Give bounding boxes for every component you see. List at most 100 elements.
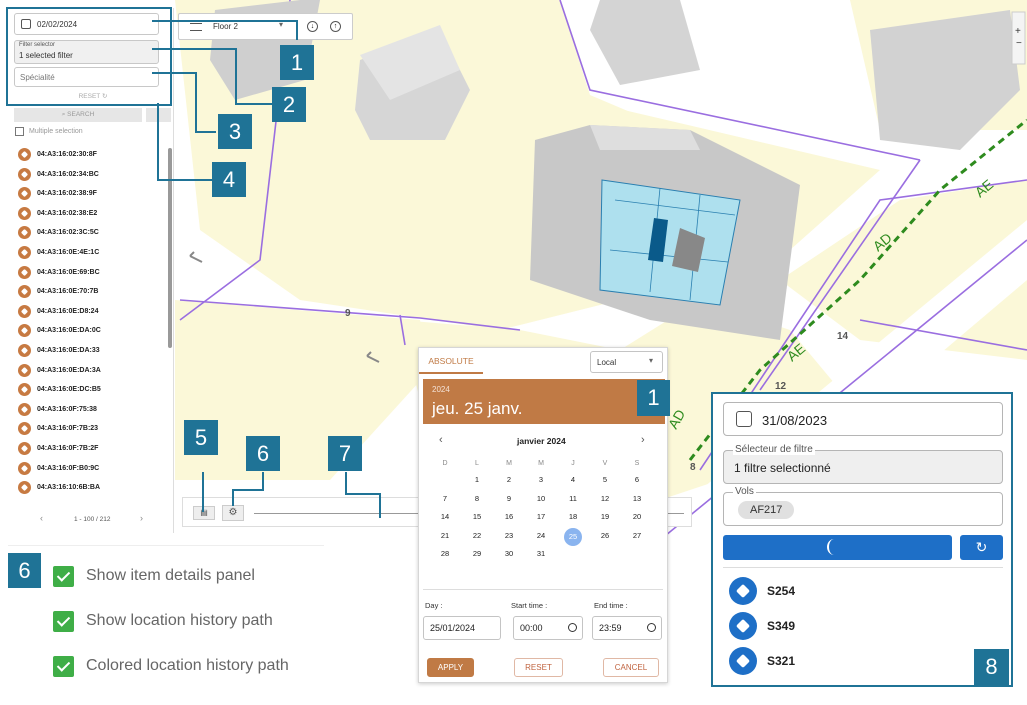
option-label: Show item details panel <box>86 567 255 584</box>
calendar-day[interactable]: 13 <box>627 491 647 507</box>
weekday-label: D <box>442 460 448 467</box>
calendar-day[interactable]: 18 <box>563 509 583 525</box>
chevron-down-icon: ▾ <box>649 356 654 365</box>
tag-icon <box>729 647 757 675</box>
end-time-value: 23:59 <box>599 623 622 633</box>
calendar-day[interactable]: 16 <box>499 509 519 525</box>
day-value: 25/01/2024 <box>430 623 476 633</box>
weekday-label: V <box>602 460 608 467</box>
start-time-label: Start time : <box>511 601 548 610</box>
calendar-day[interactable]: 24 <box>531 528 551 544</box>
calendar-day[interactable]: 15 <box>467 509 487 525</box>
refresh-button[interactable]: ↻ <box>960 535 1003 560</box>
callout-badge: 1 <box>637 380 670 416</box>
option-label: Colored location history path <box>86 657 289 674</box>
calendar-day[interactable]: 11 <box>563 491 583 507</box>
date-picker-panel: ABSOLUTE Local ▾ 2024 jeu. 25 janv. ‹ ja… <box>418 347 668 683</box>
calendar-day[interactable]: 21 <box>435 528 455 544</box>
date-header: 2024 jeu. 25 janv. <box>423 379 665 424</box>
calendar-day[interactable]: 4 <box>563 472 583 488</box>
checkbox-checked-icon[interactable] <box>53 610 74 632</box>
date-value: 31/08/2023 <box>762 413 828 428</box>
callout-badge: 6 <box>246 436 280 471</box>
apply-button[interactable]: APPLY <box>427 658 474 677</box>
option-row[interactable]: Colored location history path <box>53 655 289 677</box>
divider <box>723 567 1003 568</box>
flight-item-label: S254 <box>767 584 796 598</box>
header-date: jeu. 25 janv. <box>432 399 523 418</box>
calendar-day[interactable]: 31 <box>531 546 551 562</box>
calendar-day[interactable]: 3 <box>531 472 551 488</box>
cancel-button[interactable]: CANCEL <box>603 658 659 677</box>
chevron-left-icon[interactable]: ‹ <box>439 434 443 446</box>
calendar-icon[interactable] <box>736 411 752 427</box>
callout-badge: 6 <box>8 553 41 588</box>
chevron-right-icon[interactable]: › <box>641 434 645 446</box>
calendar-day[interactable]: 29 <box>467 546 487 562</box>
start-time-input[interactable]: 00:00 <box>513 616 583 640</box>
filter-label: Sélecteur de filtre <box>733 444 815 455</box>
start-time-value: 00:00 <box>520 623 543 633</box>
weekday-label: M <box>538 460 544 467</box>
calendar-day[interactable]: 25 <box>564 527 582 546</box>
calendar-day[interactable]: 14 <box>435 509 455 525</box>
calendar-day[interactable]: 10 <box>531 491 551 507</box>
calendar-day[interactable]: 30 <box>499 546 519 562</box>
end-time-label: End time : <box>594 601 628 610</box>
tab-absolute[interactable]: ABSOLUTE <box>419 348 483 374</box>
timezone-select[interactable]: Local ▾ <box>590 351 663 373</box>
day-input[interactable]: 25/01/2024 <box>423 616 501 640</box>
vols-field[interactable]: Vols AF217 <box>723 486 1003 526</box>
flight-item-label: S349 <box>767 619 796 633</box>
option-row[interactable]: Show item details panel <box>53 565 255 587</box>
weekday-label: J <box>571 460 575 467</box>
clock-icon[interactable] <box>568 623 577 632</box>
flight-item[interactable]: S321 <box>729 646 795 676</box>
option-row[interactable]: Show location history path <box>53 610 273 632</box>
calendar-day[interactable]: 17 <box>531 509 551 525</box>
tag-icon <box>729 612 757 640</box>
calendar-day[interactable]: 7 <box>435 491 455 507</box>
callout-badge: 4 <box>212 162 246 197</box>
calendar-day[interactable]: 1 <box>467 472 487 488</box>
calendar-day[interactable]: 19 <box>595 509 615 525</box>
filter-selector-field[interactable]: Sélecteur de filtre 1 filtre selectionné <box>723 444 1003 484</box>
checkbox-checked-icon[interactable] <box>53 565 74 587</box>
calendar-day[interactable]: 28 <box>435 546 455 562</box>
end-time-input[interactable]: 23:59 <box>592 616 662 640</box>
month-label: janvier 2024 <box>517 436 566 446</box>
reset-button[interactable]: RESET <box>514 658 563 677</box>
weekday-label: S <box>634 460 640 467</box>
vols-label: Vols <box>733 486 756 497</box>
callout-badge: 2 <box>272 87 306 122</box>
tag-icon <box>729 577 757 605</box>
right-filter-panel: 31/08/2023 Sélecteur de filtre 1 filtre … <box>711 392 1013 687</box>
screenshot-stage: 9 14 12 8 AD AE AE AD + − Floor 2 ▾ ↓ ↑ … <box>0 0 1027 705</box>
calendar-day[interactable]: 20 <box>627 509 647 525</box>
calendar-day[interactable]: 23 <box>499 528 519 544</box>
clock-icon[interactable] <box>647 623 656 632</box>
calendar-day[interactable]: 9 <box>499 491 519 507</box>
flight-item[interactable]: S349 <box>729 611 795 641</box>
header-year: 2024 <box>432 385 450 394</box>
date-field[interactable]: 31/08/2023 <box>723 402 1003 436</box>
option-label: Show location history path <box>86 612 273 629</box>
flight-item[interactable]: S254 <box>729 576 795 606</box>
calendar-day[interactable]: 12 <box>595 491 615 507</box>
calendar-day[interactable]: 5 <box>595 472 615 488</box>
checkbox-checked-icon[interactable] <box>53 655 74 677</box>
callout-badge: 5 <box>184 420 218 455</box>
weekday-label: L <box>475 460 479 467</box>
vol-chip[interactable]: AF217 <box>738 501 795 519</box>
calendar-day[interactable]: 2 <box>499 472 519 488</box>
calendar-day[interactable]: 27 <box>627 528 647 544</box>
search-progress-button[interactable] <box>723 535 952 560</box>
calendar-day[interactable]: 6 <box>627 472 647 488</box>
calendar-day[interactable]: 22 <box>467 528 487 544</box>
flight-item-label: S321 <box>767 654 796 668</box>
calendar-day[interactable]: 26 <box>595 528 615 544</box>
day-label: Day : <box>425 601 443 610</box>
calendar-day[interactable]: 8 <box>467 491 487 507</box>
callout-badge: 3 <box>218 114 252 149</box>
weekday-label: M <box>506 460 512 467</box>
